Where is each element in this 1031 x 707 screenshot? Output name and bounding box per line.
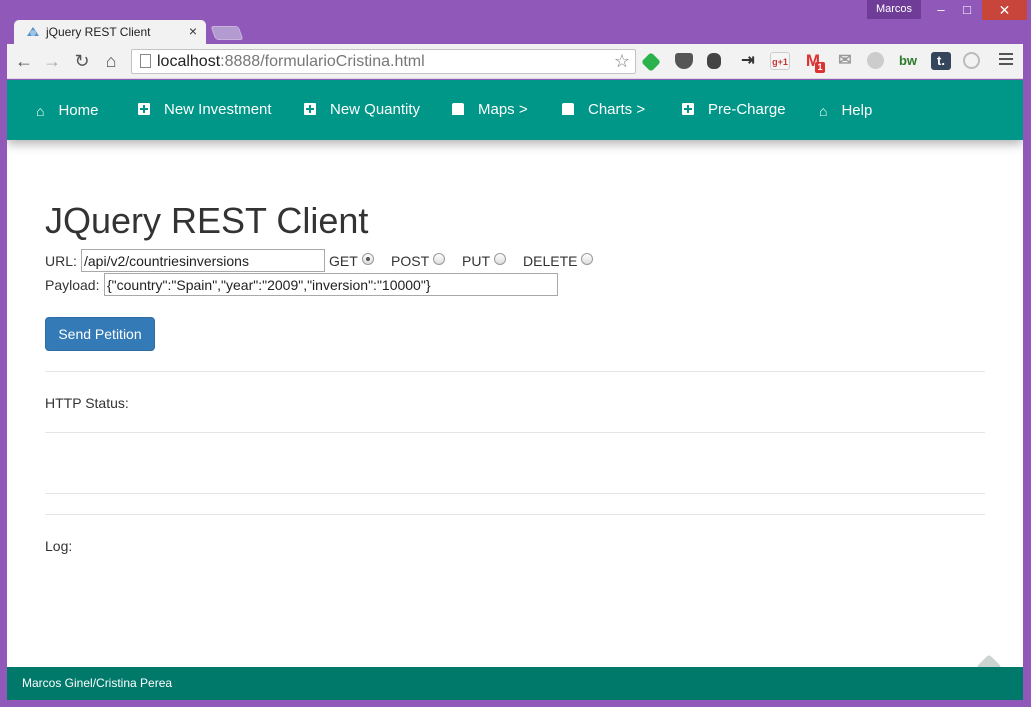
forward-icon[interactable]: → [41,51,63,71]
tab-close-icon[interactable]: × [189,23,197,39]
wikipedia-icon[interactable] [867,52,884,69]
chart-bar-icon [562,103,574,115]
plus-icon [304,103,316,115]
google-plus-icon[interactable]: g+1 [770,52,790,70]
plus-icon [138,103,150,115]
plus-icon [682,103,694,115]
bw-icon[interactable]: bw [898,52,918,70]
reload-icon[interactable]: ↻ [71,51,93,71]
send-petition-button[interactable]: Send Petition [45,317,155,351]
method-post-radio[interactable] [433,253,445,265]
menu-icon[interactable] [999,53,1013,68]
divider [45,432,985,433]
http-status-label: HTTP Status: [45,395,129,411]
gmail-count-badge: 1 [815,62,825,73]
nav-item-charts[interactable]: Charts > [562,80,645,140]
payload-input[interactable] [104,273,558,296]
method-delete-radio[interactable] [581,253,593,265]
feedly-icon[interactable] [641,52,661,72]
nav-item-new-quantity[interactable]: New Quantity [304,80,420,140]
back-icon[interactable]: ← [13,51,35,71]
method-delete-label: DELETE [523,253,578,269]
page-title: JQuery REST Client [45,200,369,241]
url-input[interactable] [81,249,325,272]
method-get-label: GET [329,253,358,269]
nav-item-pre-charge[interactable]: Pre-Charge [682,80,786,140]
method-put-label: PUT [462,253,490,269]
maximize-button[interactable]: □ [954,0,980,20]
nav-item-label: Maps > [478,101,528,118]
gmail-icon[interactable]: M 1 [803,52,825,73]
favicon-icon [27,27,39,36]
home-icon: ⌂ [819,103,828,119]
home-icon: ⌂ [36,103,45,119]
bookmark-star-icon[interactable]: ☆ [614,50,630,73]
mail-icon[interactable]: ✉ [835,52,855,70]
browser-toolbar: ← → ↻ ⌂ localhost:8888/formularioCristin… [7,44,1023,79]
nav-item-help[interactable]: ⌂ Help [819,80,872,140]
nav-item-label: Pre-Charge [708,101,786,118]
method-put-radio[interactable] [494,253,506,265]
nav-item-label: Charts > [588,101,646,118]
tumblr-icon[interactable]: t. [931,52,951,70]
page-content: ⌂ Home New Investment New Quantity Maps >… [7,80,1023,700]
main-navbar: ⌂ Home New Investment New Quantity Maps >… [7,80,1023,140]
nav-item-maps[interactable]: Maps > [452,80,528,140]
steering-icon[interactable] [963,52,980,69]
divider [45,371,985,372]
nav-item-home[interactable]: ⌂ Home [36,80,98,140]
pocket-icon[interactable] [675,53,693,69]
browser-tab[interactable]: jQuery REST Client × [14,20,206,44]
page-icon [140,54,151,68]
footer: Marcos Ginel/Cristina Perea [7,667,1023,700]
nav-item-label: Help [841,102,873,119]
nav-item-label: New Investment [164,101,272,118]
log-label: Log: [45,538,73,554]
chart-bar-icon [452,103,464,115]
address-bar[interactable]: localhost:8888/formularioCristina.html ☆ [131,49,636,74]
footer-text: Marcos Ginel/Cristina Perea [22,676,173,690]
nav-item-label: New Quantity [330,101,421,118]
nav-item-label: Home [58,102,99,119]
method-post-label: POST [391,253,430,269]
url-label: URL: [45,253,77,269]
divider [45,514,985,515]
minimize-button[interactable]: – [928,0,954,20]
profile-badge[interactable]: Marcos [867,0,921,19]
close-window-button[interactable]: ✕ [982,0,1027,20]
evernote-icon[interactable] [707,53,721,69]
tab-title: jQuery REST Client [46,25,151,39]
url-text: localhost:8888/formularioCristina.html [157,53,425,70]
pushbullet-icon[interactable]: ⇥ [738,52,758,70]
new-tab-button[interactable] [210,26,244,40]
nav-item-new-investment[interactable]: New Investment [138,80,272,140]
home-icon[interactable]: ⌂ [100,51,122,71]
divider [45,493,985,494]
payload-label: Payload: [45,277,100,293]
method-get-radio[interactable] [362,253,374,265]
